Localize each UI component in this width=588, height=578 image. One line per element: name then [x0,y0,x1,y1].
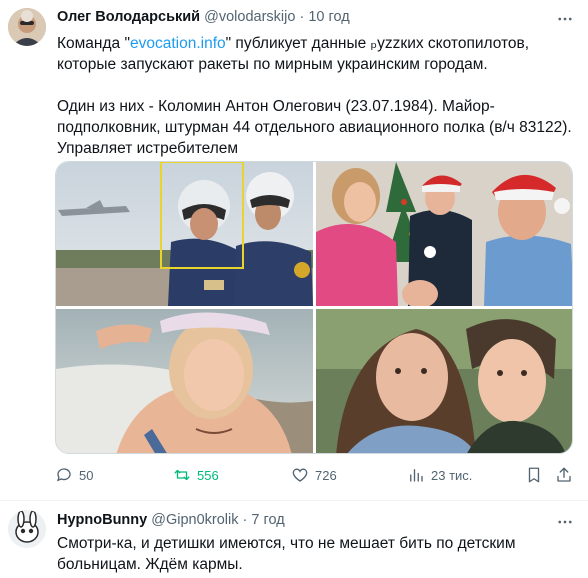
like-count: 726 [315,467,337,483]
like-button[interactable]: 726 [291,466,337,484]
share-button[interactable] [555,466,573,484]
author-handle[interactable]: @volodarskijo [204,9,295,25]
separator-dot: · [299,9,305,25]
views-icon [410,469,423,482]
bookmark-button[interactable] [525,466,543,484]
photo-woman-beach[interactable] [56,309,313,453]
like-icon [292,468,308,482]
views-button[interactable]: 23 тис. [407,466,472,484]
bookmark-icon [528,467,540,483]
reply-author-handle[interactable]: @Gipn0krolik [151,512,238,528]
reply-icon [56,468,71,482]
more-icon[interactable] [556,10,574,33]
reply-author-name[interactable]: HypnoBunny [57,512,147,528]
reply-time[interactable]: 7 год [251,512,284,528]
retweet-icon [174,469,190,481]
retweet-count: 556 [197,467,219,483]
author-avatar[interactable] [8,8,46,46]
tweet-time[interactable]: 10 год [308,9,349,25]
reply-button[interactable]: 50 [55,466,93,484]
photo-pilots[interactable] [56,162,313,306]
tweet-paragraph-1: Команда "evocation.info" публикует данны… [57,35,530,73]
views-count: 23 тис. [431,467,473,483]
share-icon [557,467,571,482]
tweet-header: Олег Володарський @volodarskijo · 10 год [57,9,350,25]
divider [0,500,588,501]
tweet-text: Команда "evocation.info" публикует данны… [57,33,575,159]
retweet-button[interactable]: 556 [173,466,219,484]
tweet-paragraph-2: Один из них - Коломин Антон Олегович (23… [57,98,572,157]
tweet-link[interactable]: evocation.info [130,35,226,52]
reply-header: HypnoBunny @Gipn0krolik · 7 год [57,512,285,528]
reply-text: Смотри-ка, и детишки имеются, что не меш… [57,535,516,573]
photo-family-christmas[interactable] [316,162,572,306]
reply-avatar[interactable] [8,510,46,548]
media-grid [55,161,573,454]
separator-dot: · [242,512,248,528]
author-name[interactable]: Олег Володарський [57,9,200,25]
tweet-actions: 50 556 726 23 тис. [55,466,575,488]
photo-mother-son[interactable] [316,309,572,453]
reply-count: 50 [79,467,94,483]
